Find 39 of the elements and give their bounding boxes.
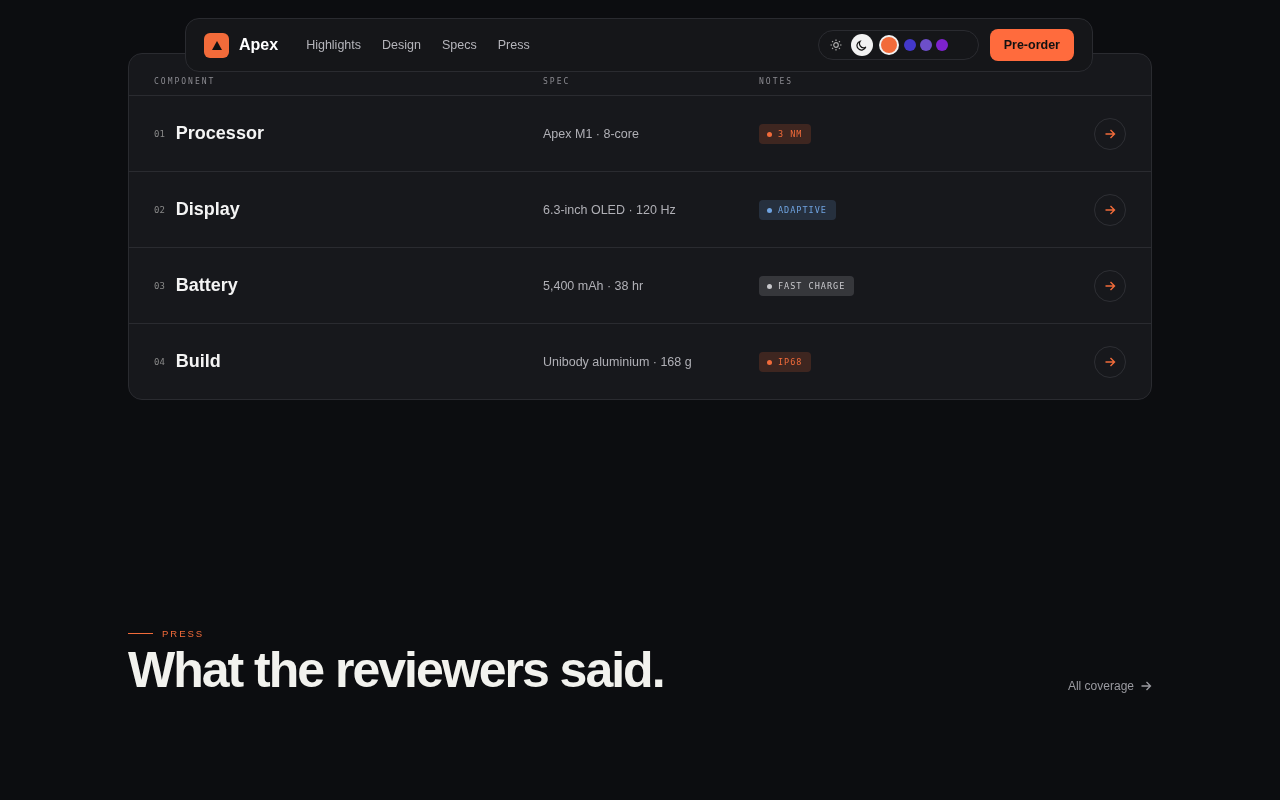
- component-name: Build: [175, 351, 221, 372]
- component-name: Processor: [175, 123, 264, 144]
- row-number: 02: [154, 204, 165, 215]
- color-swatch[interactable]: [880, 37, 897, 53]
- column-header: NOTES: [759, 77, 795, 86]
- arrow-icon: [1140, 680, 1152, 692]
- spec-text: 6.3-inch OLED · 120 Hz: [543, 202, 677, 217]
- brand-name[interactable]: Apex: [239, 36, 279, 54]
- nav-link[interactable]: Highlights: [306, 38, 361, 52]
- section-heading: What the reviewers said.: [128, 641, 664, 699]
- note-tag: ADAPTIVE: [759, 200, 836, 221]
- row-number: 04: [154, 356, 165, 367]
- column-header: SPEC: [543, 77, 572, 86]
- row-number: 01: [154, 128, 165, 139]
- nav-link[interactable]: Press: [497, 38, 530, 52]
- moon-icon[interactable]: [850, 34, 873, 56]
- component-name: Display: [175, 199, 240, 220]
- note-tag: IP68: [759, 352, 812, 373]
- row-number: 03: [154, 280, 165, 291]
- arrow-icon: [1104, 127, 1116, 140]
- arrow-icon: [1104, 355, 1116, 368]
- color-swatch[interactable]: [919, 39, 932, 51]
- arrow-icon: [1104, 203, 1116, 216]
- spec-text: Unibody aluminium · 168 g: [543, 354, 693, 369]
- column-header: COMPONENT: [154, 77, 217, 86]
- pre-order-button[interactable]: Pre-order: [989, 29, 1074, 61]
- arrow-icon: [1104, 279, 1116, 292]
- color-swatch[interactable]: [935, 39, 948, 51]
- nav-link[interactable]: Specs: [441, 38, 477, 52]
- note-tag: FAST CHARGE: [759, 276, 855, 297]
- logo-icon: [204, 32, 229, 58]
- spec-text: 5,400 mAh · 38 hr: [543, 278, 645, 293]
- nav-link[interactable]: Design: [382, 38, 421, 52]
- all-coverage-link[interactable]: All coverage: [1067, 679, 1152, 693]
- note-tag: 3 NM: [759, 124, 812, 145]
- section-label: PRESS: [162, 628, 205, 639]
- color-swatch[interactable]: [903, 39, 916, 51]
- spec-text: Apex M1 · 8-core: [543, 126, 640, 141]
- component-name: Battery: [175, 275, 238, 296]
